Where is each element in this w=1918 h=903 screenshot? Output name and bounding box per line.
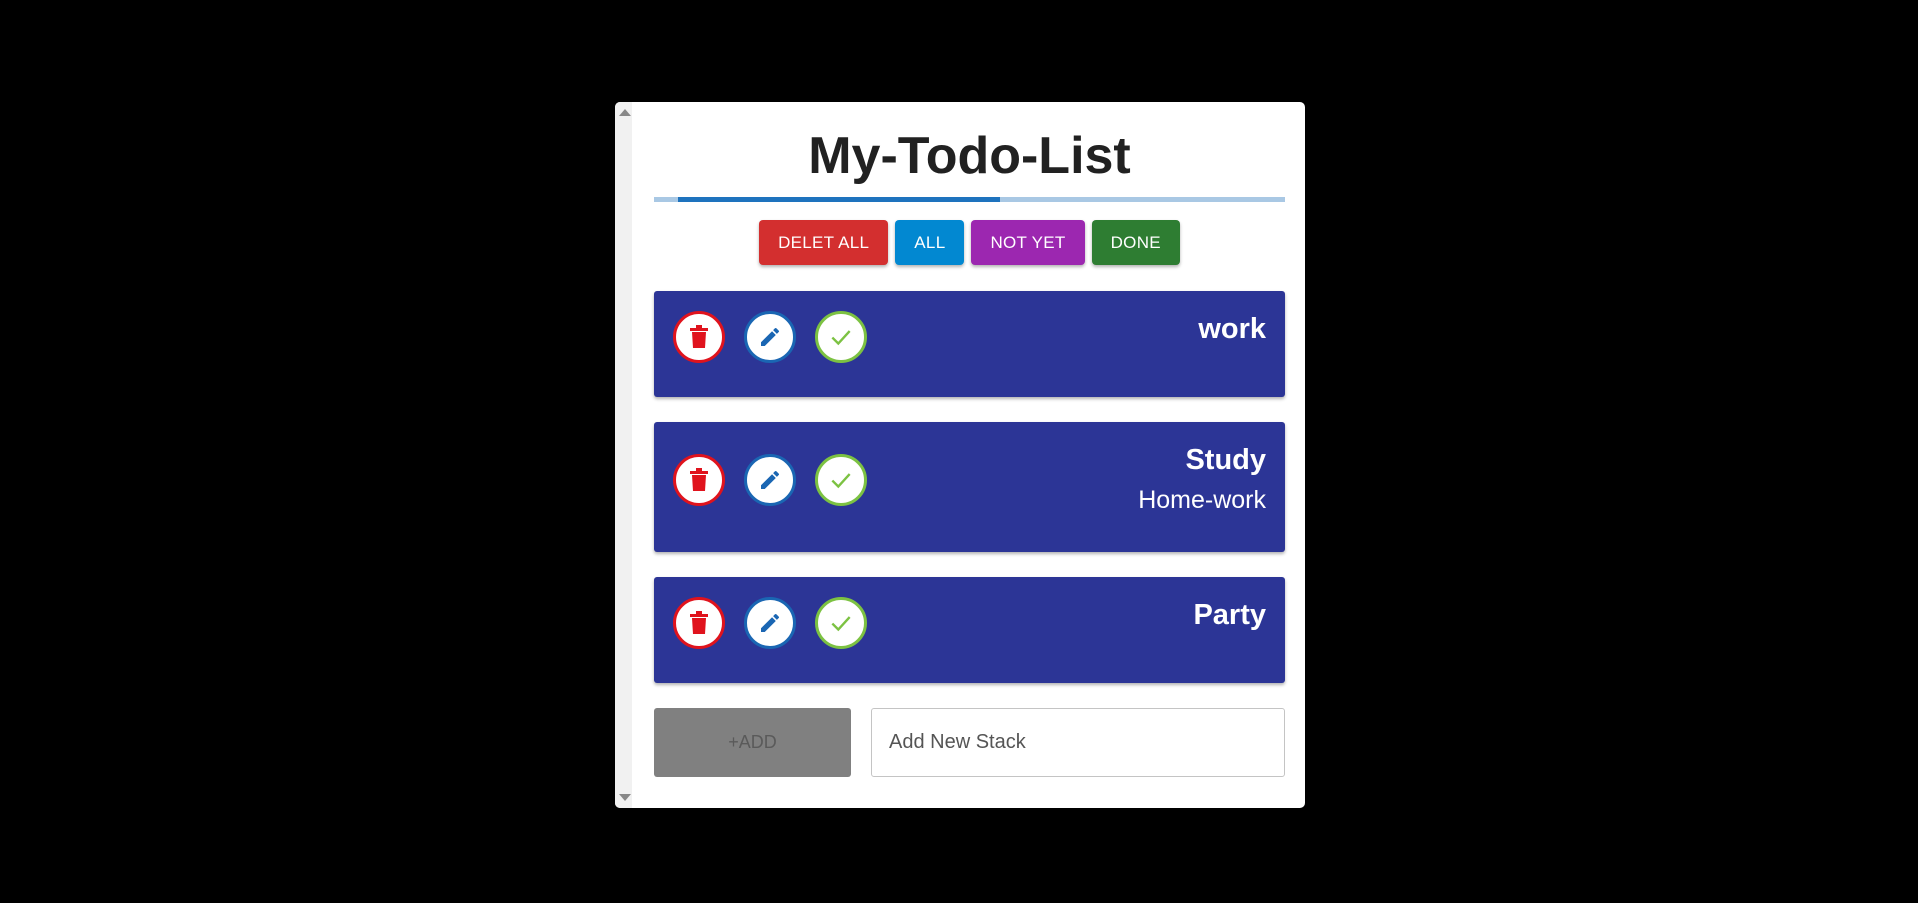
todo-item: Party xyxy=(654,577,1285,683)
delete-todo-button[interactable] xyxy=(673,597,725,649)
page-title: My-Todo-List xyxy=(808,127,1131,185)
complete-todo-button[interactable] xyxy=(815,597,867,649)
delete-all-button[interactable]: DELET ALL xyxy=(759,220,889,265)
filter-all-button[interactable]: ALL xyxy=(895,220,965,265)
todo-title: Study xyxy=(1185,444,1266,476)
pencil-icon xyxy=(761,327,780,346)
check-icon xyxy=(831,616,851,632)
filter-toolbar: DELET ALL ALL NOT YET DONE xyxy=(654,220,1285,265)
todo-description: Home-work xyxy=(1138,486,1266,514)
todo-item: work xyxy=(654,291,1285,397)
edit-todo-button[interactable] xyxy=(744,454,796,506)
vertical-scrollbar[interactable] xyxy=(615,102,632,808)
filter-done-button[interactable]: DONE xyxy=(1091,220,1180,265)
progress-bar-fill xyxy=(678,197,1000,202)
delete-todo-button[interactable] xyxy=(673,311,725,363)
check-icon xyxy=(831,330,851,346)
filter-not-yet-button[interactable]: NOT YET xyxy=(971,220,1085,265)
todo-item: Study Home-work xyxy=(654,422,1285,552)
progress-bar xyxy=(654,197,1285,202)
edit-todo-button[interactable] xyxy=(744,597,796,649)
complete-todo-button[interactable] xyxy=(815,454,867,506)
delete-todo-button[interactable] xyxy=(673,454,725,506)
todo-title: work xyxy=(1198,313,1266,345)
check-icon xyxy=(831,473,851,489)
trash-icon xyxy=(690,468,708,491)
new-todo-input[interactable] xyxy=(871,708,1285,777)
edit-todo-button[interactable] xyxy=(744,311,796,363)
complete-todo-button[interactable] xyxy=(815,311,867,363)
todo-title: Party xyxy=(1193,599,1266,631)
add-todo-button[interactable]: +ADD xyxy=(654,708,851,777)
todo-app-panel: My-Todo-List DELET ALL ALL NOT YET DONE xyxy=(615,102,1305,808)
pencil-icon xyxy=(761,613,780,632)
trash-icon xyxy=(690,611,708,634)
scroll-up-arrow-icon[interactable] xyxy=(619,109,631,116)
scroll-down-arrow-icon[interactable] xyxy=(619,794,631,801)
trash-icon xyxy=(690,325,708,348)
pencil-icon xyxy=(761,470,780,489)
